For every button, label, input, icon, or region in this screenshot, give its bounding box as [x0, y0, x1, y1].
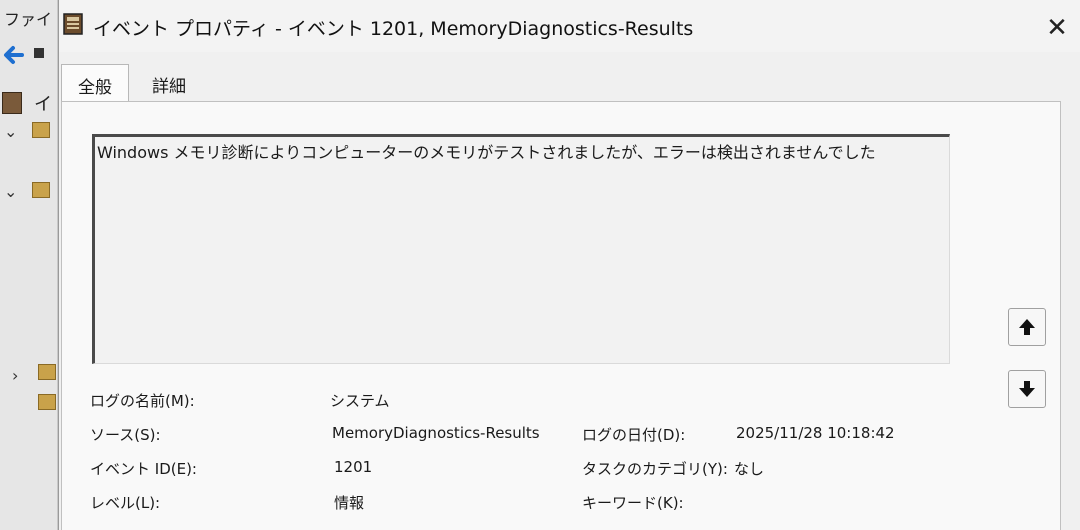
event-properties-dialog: イベント プロパティ - イベント 1201, MemoryDiagnostic…: [58, 0, 1080, 530]
arrow-up-icon: [1019, 319, 1035, 335]
level-label: レベル(L):: [90, 494, 161, 512]
back-arrow-icon[interactable]: [0, 42, 26, 68]
tree-root-label: イ: [34, 94, 52, 115]
arrow-down-icon: [1019, 381, 1035, 397]
level-value[interactable]: 情報: [334, 492, 364, 513]
close-button[interactable]: ✕: [1033, 8, 1080, 48]
task-category-label: タスクのカテゴリ(Y):: [582, 460, 728, 478]
tab-general[interactable]: 全般: [61, 64, 129, 102]
event-id-value[interactable]: 1201: [334, 458, 372, 476]
tab-strip: 全般 詳細: [59, 64, 1059, 102]
chevron-right-icon[interactable]: ›: [12, 366, 18, 385]
task-category-value[interactable]: なし: [734, 458, 764, 479]
background-app-window: ファイ イ ⌄ ⌄ ›: [0, 0, 58, 530]
general-tab-panel: Windows メモリ診断によりコンピューターのメモリがテストされましたが、エラ…: [61, 101, 1061, 530]
chevron-down-icon[interactable]: ⌄: [4, 182, 17, 201]
folder-icon: [38, 364, 56, 380]
event-description-textbox[interactable]: Windows メモリ診断によりコンピューターのメモリがテストされましたが、エラ…: [92, 134, 950, 364]
next-event-button[interactable]: [1008, 370, 1046, 408]
event-id-label: イベント ID(E):: [90, 460, 197, 478]
tab-details[interactable]: 詳細: [139, 64, 199, 100]
log-name-label: ログの名前(M):: [90, 392, 195, 410]
event-viewer-icon: [2, 92, 22, 114]
logged-date-value[interactable]: 2025/11/28 10:18:42: [736, 424, 895, 442]
menu-file[interactable]: ファイ: [4, 6, 52, 30]
source-label: ソース(S):: [90, 426, 161, 444]
folder-icon: [38, 394, 56, 410]
folder-icon: [32, 122, 50, 138]
chevron-down-icon[interactable]: ⌄: [4, 122, 17, 141]
keywords-label: キーワード(K):: [582, 494, 684, 512]
source-value[interactable]: MemoryDiagnostics-Results: [332, 424, 540, 442]
close-icon: ✕: [1046, 13, 1068, 43]
logged-date-label: ログの日付(D):: [582, 426, 686, 444]
toolbar-icon[interactable]: [34, 48, 44, 58]
log-name-value[interactable]: システム: [330, 390, 390, 411]
previous-event-button[interactable]: [1008, 308, 1046, 346]
folder-icon: [32, 182, 50, 198]
event-log-icon: [63, 13, 83, 35]
dialog-title: イベント プロパティ - イベント 1201, MemoryDiagnostic…: [93, 18, 694, 40]
title-bar[interactable]: イベント プロパティ - イベント 1201, MemoryDiagnostic…: [59, 0, 1080, 52]
